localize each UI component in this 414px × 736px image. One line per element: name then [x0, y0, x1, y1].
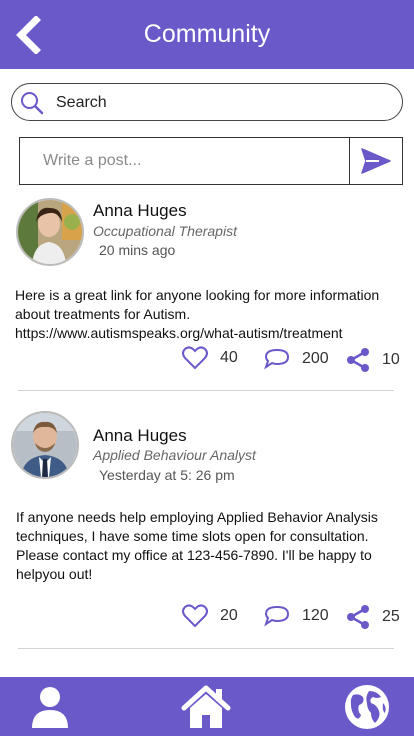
share-icon [347, 348, 369, 372]
share-count: 25 [382, 608, 400, 625]
profile-icon [32, 687, 68, 728]
tab-home[interactable] [179, 683, 233, 731]
author-name[interactable]: Anna Huges [93, 426, 187, 446]
globe-icon [345, 685, 389, 729]
avatar-photo [13, 413, 77, 477]
app-header: Community [0, 0, 414, 69]
share-count: 10 [382, 351, 400, 368]
comment-count: 200 [302, 350, 329, 367]
post-body: If anyone needs help employing Applied B… [16, 509, 378, 582]
send-icon [361, 148, 391, 174]
home-icon [181, 685, 231, 728]
like-count: 40 [220, 349, 238, 366]
comment-button[interactable]: 200 [264, 348, 329, 370]
compose-box [19, 137, 403, 185]
search-input[interactable] [56, 90, 386, 116]
comment-count: 120 [302, 607, 329, 624]
comment-button[interactable]: 120 [264, 605, 329, 627]
share-icon [347, 605, 369, 629]
page-title: Community [143, 20, 271, 48]
tab-community[interactable] [342, 683, 392, 731]
avatar[interactable] [16, 198, 84, 266]
share-button[interactable]: 10 [346, 347, 400, 373]
post-divider [18, 390, 394, 391]
post-time: 20 mins ago [99, 242, 176, 258]
author-role: Applied Behaviour Analyst [93, 447, 256, 463]
author-name[interactable]: Anna Huges [93, 201, 187, 221]
post-time: Yesterday at 5: 26 pm [99, 467, 235, 483]
tab-profile[interactable] [26, 683, 74, 731]
comment-icon [264, 348, 290, 370]
comment-icon [264, 605, 290, 627]
like-button[interactable]: 40 [182, 346, 238, 370]
like-count: 20 [220, 607, 238, 624]
like-button[interactable]: 20 [182, 604, 238, 628]
heart-icon [182, 346, 208, 370]
post-input[interactable] [21, 139, 349, 183]
share-button[interactable]: 25 [346, 604, 400, 630]
avatar-photo [18, 200, 82, 264]
search-bar[interactable] [11, 83, 403, 121]
avatar[interactable] [11, 411, 79, 479]
post-divider [18, 648, 394, 649]
post-body: Here is a great link for anyone looking … [15, 287, 380, 341]
author-role: Occupational Therapist [93, 223, 237, 239]
heart-icon [182, 604, 208, 628]
search-icon [21, 92, 44, 115]
send-button[interactable] [349, 138, 402, 184]
bottom-tab-bar [0, 677, 414, 736]
